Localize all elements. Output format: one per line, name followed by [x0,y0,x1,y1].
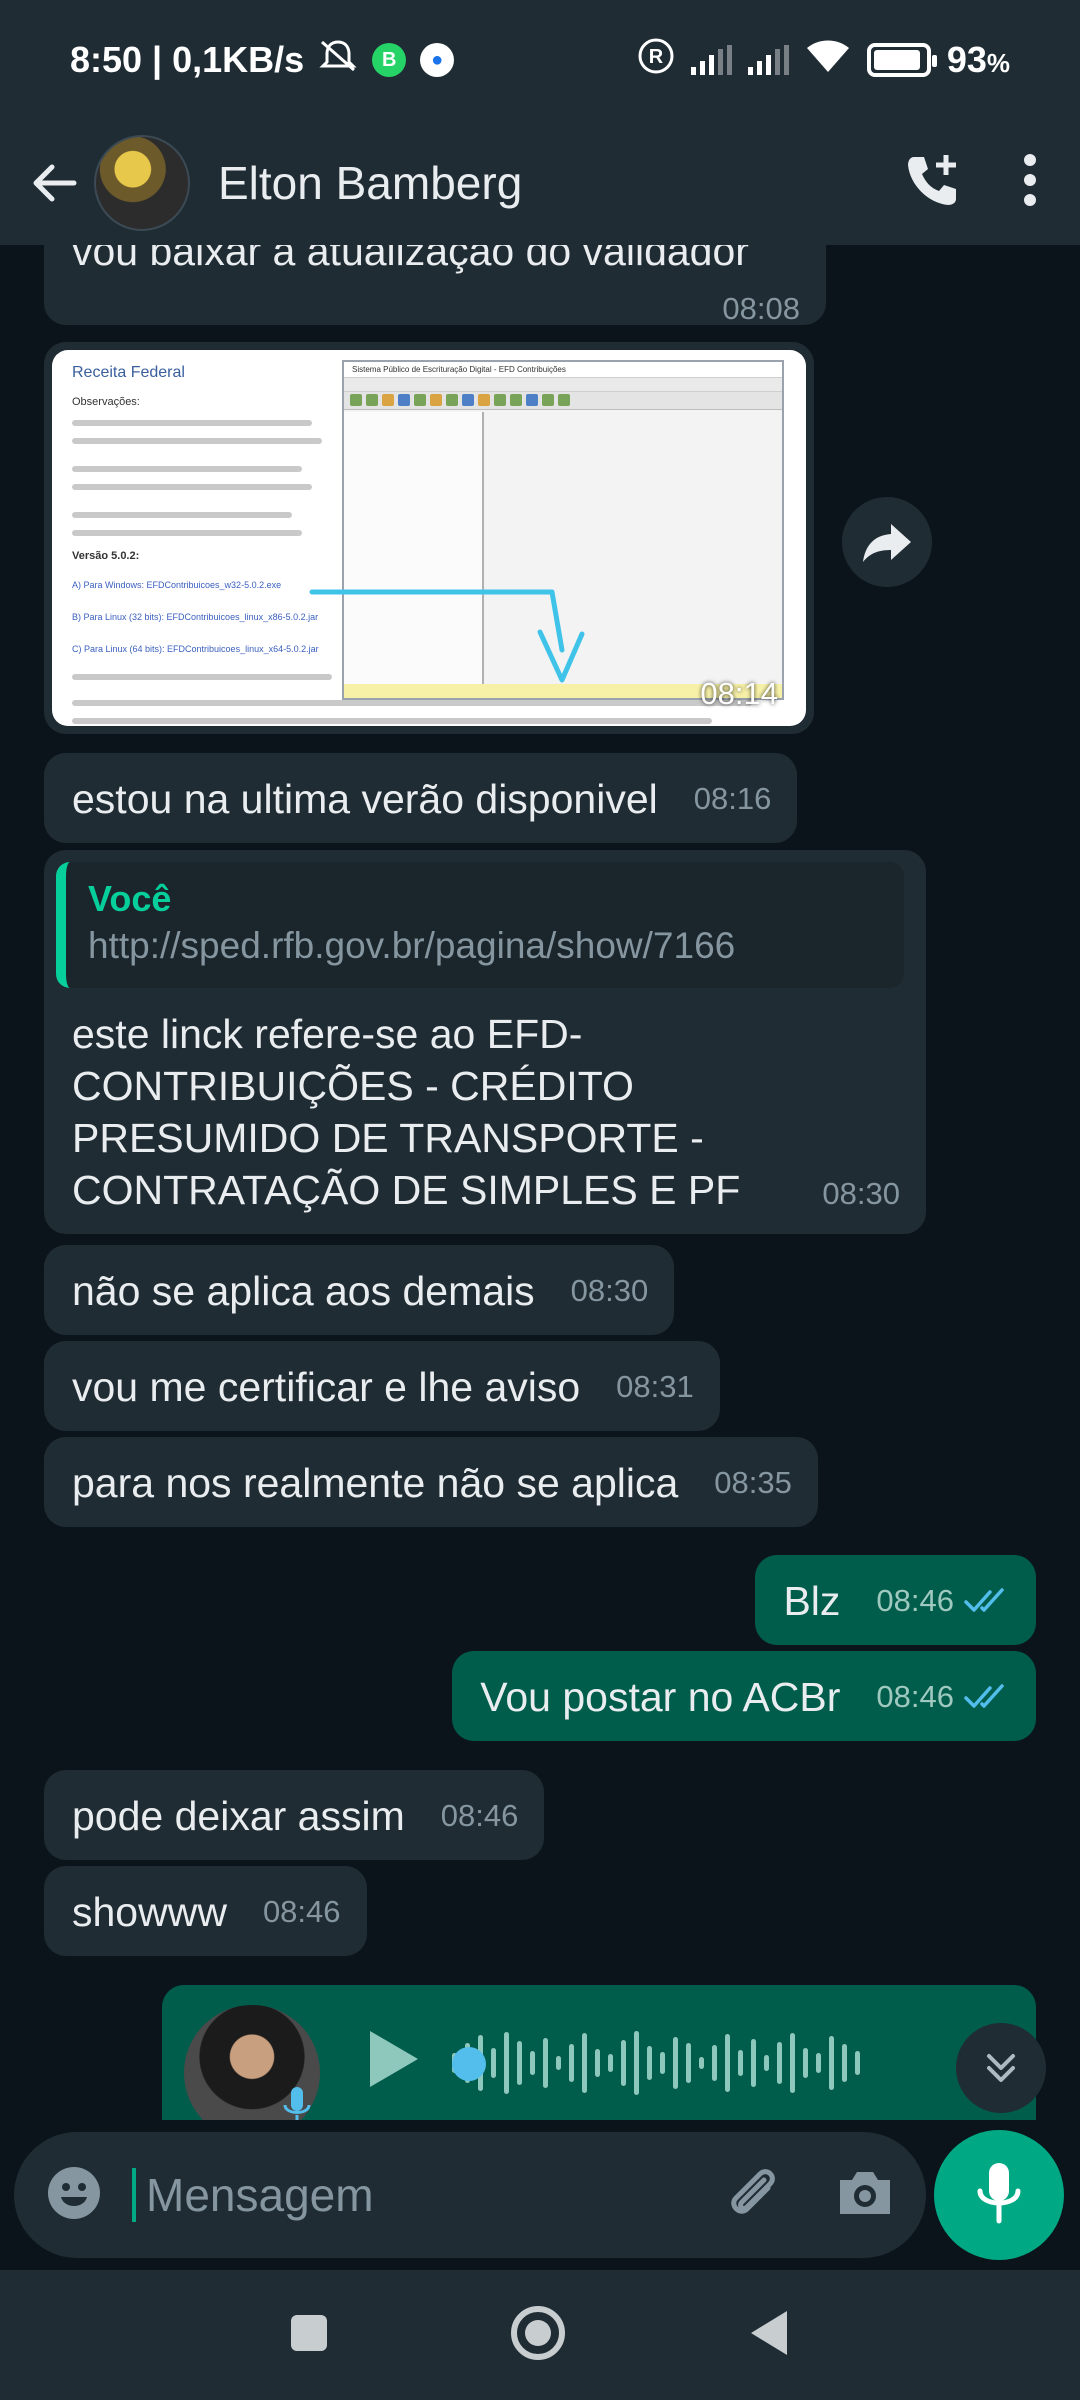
quote-author: Você [88,878,172,919]
playback-knob[interactable] [452,2047,486,2081]
quoted-message[interactable]: Você http://sped.rfb.gov.br/pagina/show/… [56,862,904,988]
play-icon[interactable] [362,2027,422,2096]
svg-text:R: R [649,46,664,68]
message-placeholder[interactable]: Mensagem [132,2168,374,2222]
message-text: Vou postar no ACBr [480,1674,841,1720]
message-time: 08:14 [700,676,778,711]
signal-icon [747,45,789,75]
compose-bar: Mensagem [0,2120,1080,2270]
message-incoming[interactable]: showww 08:46 [44,1866,367,1956]
wifi-icon [805,38,851,83]
mute-bell-icon [318,38,358,83]
camera-icon[interactable] [836,2168,894,2223]
mic-icon [976,2161,1022,2230]
voice-message[interactable] [162,1985,1036,2120]
message-text: Blz [783,1578,841,1624]
battery-unit: % [986,48,1010,78]
message-time: 08:30 [822,1176,900,1211]
message-time: 08:08 [722,291,800,326]
message-incoming[interactable]: estou na ultima verão disponivel 08:16 [44,753,798,843]
image-message[interactable]: Receita Federal Observações: Versão 5.0.… [44,342,814,734]
back-arrow-icon[interactable] [24,153,84,213]
message-input[interactable]: Mensagem [14,2132,926,2258]
message-text: estou na ultima verão disponivel [72,776,658,822]
signal-icon [690,45,732,75]
message-time: 08:46 [262,1894,341,1929]
message-text: pode deixar assim [72,1793,405,1839]
whatsapp-business-icon: B [372,43,407,77]
battery-percent: 93% [947,39,1010,81]
message-time: 08:16 [693,781,772,816]
message-time: 08:31 [616,1369,694,1404]
mic-button[interactable] [934,2130,1064,2260]
status-time: 8:50 | 0,1KB/s [70,39,305,80]
message-text: vou me certificar e lhe aviso [72,1364,581,1410]
message-time: 08:30 [570,1273,649,1308]
message-text: não se aplica aos demais [72,1268,535,1314]
attach-icon[interactable] [724,2164,782,2227]
forward-icon[interactable] [842,497,932,587]
scroll-to-bottom-button[interactable] [956,2023,1046,2113]
annotation-arrow [309,589,585,683]
quote-text: http://sped.rfb.gov.br/pagina/show/7166 [88,925,736,966]
message-time: 08:46 [876,1583,954,1618]
recents-icon[interactable] [289,2313,329,2358]
message-outgoing[interactable]: Blz 08:46 [755,1555,1036,1645]
chat-header: Elton Bamberg [0,120,1080,245]
mic-badge-icon [282,2085,312,2120]
message-time: 08:46 [440,1798,519,1833]
more-vert-icon[interactable] [1022,152,1038,213]
add-call-icon[interactable] [904,151,962,214]
registered-icon: R [637,37,675,84]
message-incoming[interactable]: vou baixar a atualização do validador 08… [44,245,826,326]
contact-name[interactable]: Elton Bamberg [218,156,522,210]
message-outgoing[interactable]: Vou postar no ACBr 08:46 [452,1651,1036,1741]
message-time: 08:46 [876,1679,954,1714]
read-ticks-icon [964,1575,1010,1627]
message-incoming[interactable]: vou me certificar e lhe aviso 08:31 [44,1341,720,1431]
message-incoming-reply[interactable]: Você http://sped.rfb.gov.br/pagina/show/… [44,850,926,1234]
chat-area[interactable]: vou baixar a atualização do validador 08… [0,245,1080,2120]
message-incoming[interactable]: não se aplica aos demais 08:30 [44,1245,675,1335]
system-nav-bar [0,2270,1080,2400]
message-text: este linck refere-se ao EFD-CONTRIBUIÇÕE… [72,1011,741,1213]
message-text: para nos realmente não se aplica [72,1460,679,1506]
image-thumbnail[interactable]: Receita Federal Observações: Versão 5.0.… [52,350,806,726]
emoji-icon[interactable] [46,2165,102,2226]
battery-icon [866,43,937,77]
message-incoming[interactable]: pode deixar assim 08:46 [44,1770,545,1860]
home-icon[interactable] [508,2303,568,2368]
message-text: showww [72,1889,227,1935]
message-time: 08:35 [714,1465,792,1500]
status-bar: 8:50 | 0,1KB/s B ● R 93% [0,0,1080,120]
avatar[interactable] [94,134,190,231]
message-incoming[interactable]: para nos realmente não se aplica 08:35 [44,1437,818,1527]
voice-waveform[interactable] [452,2023,860,2103]
read-ticks-icon [964,1671,1010,1723]
message-text: vou baixar a atualização do validador [72,245,749,274]
back-icon[interactable] [747,2309,791,2362]
messages-icon: ● [420,43,455,77]
battery-value: 93 [946,39,987,80]
